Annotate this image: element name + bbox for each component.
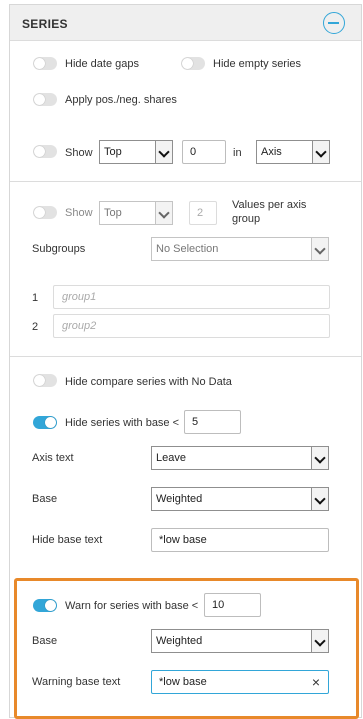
base-select[interactable]: Weighted xyxy=(151,487,329,511)
values-per-axis-label: Values per axis group xyxy=(232,199,307,225)
warning-text-label: Warning base text xyxy=(32,676,121,688)
series-panel: SERIES Hide date gaps Hide empty series … xyxy=(9,4,362,719)
warn-base-select[interactable]: Weighted xyxy=(151,629,329,653)
hide-date-gaps-label: Hide date gaps xyxy=(65,58,139,70)
show-select-value: Top xyxy=(104,146,122,158)
chevron-down-icon xyxy=(155,202,172,224)
chevron-down-icon xyxy=(311,447,328,469)
in-label: in xyxy=(233,147,242,159)
group1-input[interactable]: group1 xyxy=(53,285,330,309)
hide-base-input[interactable]: 5 xyxy=(184,410,241,434)
axis-text-select[interactable]: Leave xyxy=(151,446,329,470)
group-index-1: 1 xyxy=(32,292,39,304)
in-select[interactable]: Axis xyxy=(256,140,330,164)
warn-base-label: Warn for series with base < xyxy=(65,600,199,612)
axis-text-label: Axis text xyxy=(32,452,74,464)
hide-base-text-input[interactable]: *low base xyxy=(151,528,329,552)
series-header: SERIES xyxy=(10,5,361,41)
show-top-toggle[interactable] xyxy=(33,145,57,158)
hide-empty-series-toggle[interactable] xyxy=(181,57,205,70)
chevron-down-icon xyxy=(311,488,328,510)
apply-shares-toggle[interactable] xyxy=(33,93,57,106)
warn-base-input[interactable]: 10 xyxy=(204,593,261,617)
in-select-value: Axis xyxy=(261,146,282,158)
close-icon[interactable]: × xyxy=(312,675,320,689)
section-divider xyxy=(10,181,361,182)
section-divider xyxy=(10,356,361,357)
chevron-down-icon xyxy=(312,141,329,163)
show-label: Show xyxy=(65,147,93,159)
warn-base-toggle[interactable] xyxy=(33,599,57,612)
hide-date-gaps-toggle[interactable] xyxy=(33,57,57,70)
base-label: Base xyxy=(32,493,58,505)
show-values-select[interactable]: Top xyxy=(99,201,173,225)
show-count-input[interactable]: 0 xyxy=(182,140,226,164)
show-select[interactable]: Top xyxy=(99,140,173,164)
apply-shares-label: Apply pos./neg. shares xyxy=(65,94,177,106)
group2-input[interactable]: group2 xyxy=(53,314,330,338)
hide-base-toggle[interactable] xyxy=(33,416,57,429)
hide-compare-toggle[interactable] xyxy=(33,374,57,387)
values-count-input[interactable]: 2 xyxy=(189,201,217,225)
subgroups-label: Subgroups xyxy=(32,243,86,255)
warning-text-input[interactable]: *low base × xyxy=(151,670,329,694)
show-values-label: Show xyxy=(65,207,93,219)
hide-base-label: Hide series with base < xyxy=(65,417,180,429)
warn-base-type-label: Base xyxy=(32,635,58,647)
chevron-down-icon xyxy=(311,238,328,260)
hide-base-text-label: Hide base text xyxy=(32,534,103,546)
hide-empty-series-label: Hide empty series xyxy=(213,58,302,70)
group-index-2: 2 xyxy=(32,321,39,333)
hide-compare-label: Hide compare series with No Data xyxy=(65,376,232,388)
collapse-icon[interactable] xyxy=(323,12,345,34)
subgroups-select[interactable]: No Selection xyxy=(151,237,329,261)
series-title: SERIES xyxy=(22,17,68,31)
chevron-down-icon xyxy=(155,141,172,163)
show-values-toggle[interactable] xyxy=(33,206,57,219)
chevron-down-icon xyxy=(311,630,328,652)
